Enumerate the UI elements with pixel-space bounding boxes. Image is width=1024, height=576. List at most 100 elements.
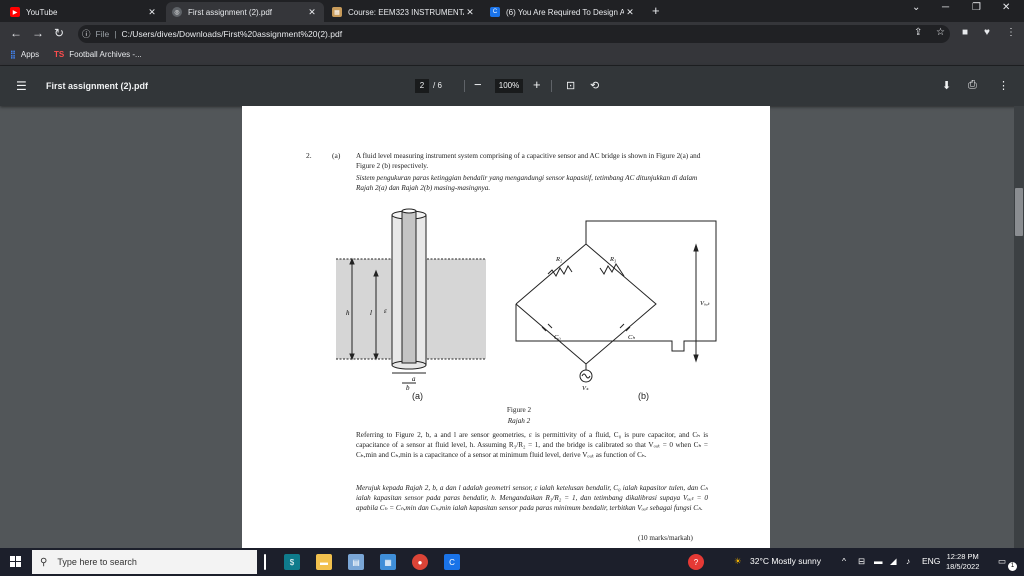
tab-course[interactable]: ▦ Course: EEM323 INSTRUMENTAT ✕ xyxy=(326,2,482,22)
label-l: l xyxy=(370,309,372,317)
apps-grid-icon: ⣿ xyxy=(10,50,16,59)
menu-icon[interactable]: ⋮ xyxy=(1006,27,1016,38)
tab-search-icon[interactable]: ⌄ xyxy=(912,2,920,13)
chrome-icon[interactable]: ● xyxy=(412,554,428,570)
tab-label: Course: EEM323 INSTRUMENTAT xyxy=(348,7,464,17)
close-icon[interactable]: ✕ xyxy=(146,7,158,18)
calculator-app-icon[interactable]: ▦ xyxy=(380,554,396,570)
question-number: 2. xyxy=(306,151,312,160)
question-text-malay: Sistem pengukuran paras ketinggian benda… xyxy=(356,174,698,192)
bookmark-label: Apps xyxy=(20,50,40,59)
tray-battery-icon[interactable]: ▬ xyxy=(874,556,883,566)
share-icon[interactable]: ⇪ xyxy=(914,27,922,38)
help-icon[interactable]: ? xyxy=(688,554,704,570)
question-body-malay: Merujuk kepada Rajah 2, b, a dan l adala… xyxy=(356,484,708,512)
divider xyxy=(464,80,465,92)
question-text: A fluid level measuring instrument syste… xyxy=(356,152,701,170)
clock[interactable]: 12:28 PM 18/5/2022 xyxy=(946,552,979,572)
edge-app-icon[interactable]: C xyxy=(444,554,460,570)
file-explorer-icon[interactable]: ▬ xyxy=(316,554,332,570)
tray-network-icon[interactable]: ⊟ xyxy=(858,556,865,567)
terminal-app-icon[interactable]: $ xyxy=(284,554,300,570)
scrollbar-thumb[interactable] xyxy=(1015,188,1023,236)
close-window-button[interactable]: ✕ xyxy=(1002,2,1010,13)
hamburger-menu-icon[interactable]: ☰ xyxy=(16,79,27,93)
question-part: (a) xyxy=(332,151,341,160)
ts-icon: TS xyxy=(54,50,65,59)
clock-date: 18/5/2022 xyxy=(946,562,980,571)
clock-time: 12:28 PM xyxy=(946,552,979,561)
tray-volume-icon[interactable]: ♪ xyxy=(906,556,910,566)
tray-wifi-icon[interactable]: ◢ xyxy=(890,556,897,567)
tray-chevron-icon[interactable]: ^ xyxy=(842,556,846,566)
figure-2: h l ε a b R₂ R₃ C₀ Cₕ Vₒᵤₜ Vₛ xyxy=(336,208,717,391)
zoom-input[interactable]: 100% xyxy=(495,79,523,93)
address-bar[interactable]: ⓘ File | C:/Users/dives/Downloads/First%… xyxy=(78,25,950,43)
close-icon[interactable]: ✕ xyxy=(306,7,318,18)
language-indicator[interactable]: ENG xyxy=(922,556,940,566)
print-icon[interactable]: ⎙ xyxy=(968,79,977,92)
search-icon: ⚲ xyxy=(40,556,48,568)
more-options-icon[interactable]: ⋮ xyxy=(998,79,1009,92)
question-body: Referring to Figure 2, b, a and l are se… xyxy=(356,431,708,459)
rotate-icon[interactable]: ⟲ xyxy=(590,79,599,92)
label-c0: C₀ xyxy=(554,334,561,341)
search-placeholder: Type here to search xyxy=(57,557,137,567)
weather-icon: ☀ xyxy=(734,556,742,566)
weather-text[interactable]: 32°C Mostly sunny xyxy=(750,556,821,566)
close-icon[interactable]: ✕ xyxy=(464,7,476,18)
figure-b-label: (b) xyxy=(638,391,649,401)
star-icon[interactable]: ☆ xyxy=(936,27,945,38)
page-number-input[interactable]: 2 xyxy=(415,79,429,93)
marks-label: (10 marks/markah) xyxy=(638,534,693,542)
tab-strip: ▶ YouTube ✕ ◎ First assignment (2).pdf ✕… xyxy=(0,0,1024,22)
task-view-icon[interactable] xyxy=(264,554,266,570)
restore-button[interactable]: ❐ xyxy=(972,2,981,13)
label-epsilon: ε xyxy=(384,307,387,315)
address-url: C:/Users/dives/Downloads/First%20assignm… xyxy=(121,29,343,39)
close-icon[interactable]: ✕ xyxy=(624,7,636,18)
profile-icon[interactable]: ♥ xyxy=(984,27,990,38)
photos-app-icon[interactable]: ▤ xyxy=(348,554,364,570)
vertical-scrollbar[interactable] xyxy=(1014,106,1024,548)
bookmark-apps[interactable]: ⣿ Apps xyxy=(10,50,39,59)
figure-2a-sensor xyxy=(336,208,486,384)
zoom-out-button[interactable]: − xyxy=(474,77,482,92)
minimize-button[interactable]: ─ xyxy=(942,2,949,13)
bookmark-label: Football Archives -... xyxy=(69,50,142,59)
figure-a-label: (a) xyxy=(412,391,423,401)
zoom-in-button[interactable]: + xyxy=(533,77,541,92)
reload-icon[interactable]: ↻ xyxy=(54,26,64,40)
page-total: / 6 xyxy=(433,81,442,90)
forward-icon[interactable]: → xyxy=(32,26,44,40)
label-a: a xyxy=(412,375,416,383)
notification-icon[interactable]: ▭ xyxy=(998,556,1006,567)
label-r2: R₂ xyxy=(555,256,563,263)
bookmark-football[interactable]: TS Football Archives -... xyxy=(54,50,142,59)
bookmarks-bar: ⣿ Apps TS Football Archives -... xyxy=(0,46,1024,66)
chegg-icon: C xyxy=(490,7,500,17)
pdf-title: First assignment (2).pdf xyxy=(46,81,149,91)
figure-caption-malay: Rajah 2 xyxy=(507,417,531,425)
new-tab-button[interactable]: + xyxy=(652,3,660,18)
label-vs: Vₛ xyxy=(582,385,589,391)
info-icon[interactable]: ⓘ xyxy=(82,28,91,40)
tab-chegg[interactable]: C (6) You Are Required To Design A ✕ xyxy=(484,2,642,22)
label-b: b xyxy=(406,384,410,391)
tab-label: YouTube xyxy=(26,7,58,17)
divider xyxy=(551,80,552,92)
youtube-icon: ▶ xyxy=(10,7,20,17)
notification-badge: 1 xyxy=(1008,562,1017,571)
tab-youtube[interactable]: ▶ YouTube ✕ xyxy=(4,2,164,22)
download-icon[interactable]: ⬇ xyxy=(942,79,951,92)
tab-pdf[interactable]: ◎ First assignment (2).pdf ✕ xyxy=(166,2,324,22)
windows-start-icon[interactable] xyxy=(10,556,22,568)
browser-toolbar: ← → ↻ ⓘ File | C:/Users/dives/Downloads/… xyxy=(0,22,1024,46)
label-r3: R₃ xyxy=(609,256,616,263)
taskbar-search-input[interactable]: ⚲ Type here to search xyxy=(32,550,257,574)
extension-icon[interactable]: ■ xyxy=(962,27,968,38)
figure-caption: Figure 2 xyxy=(506,406,532,414)
fit-page-icon[interactable]: ⊡ xyxy=(566,79,575,92)
back-icon[interactable]: ← xyxy=(10,26,22,40)
pdf-viewport[interactable]: 2. (a) A fluid level measuring instrumen… xyxy=(0,106,1014,548)
